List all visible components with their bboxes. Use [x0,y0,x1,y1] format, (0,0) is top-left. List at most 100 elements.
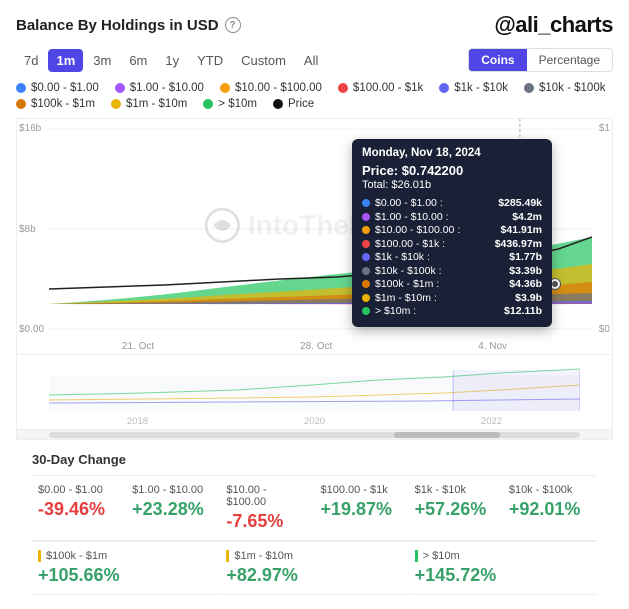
change-grid-2: $100k - $1m +105.66% $1m - $10m +82.97% … [32,541,597,595]
tooltip-rows: $0.00 - $1.00 : $285.49k $1.00 - $10.00 … [362,197,542,317]
legend-label-4: $1k - $10k [454,82,508,94]
legend-item-0: $0.00 - $1.00 [16,82,99,94]
tooltip-row-label-6: $100k - $1m : [375,278,504,290]
controls-bar: 7d 1m 3m 6m 1y YTD Custom All Coins Perc… [16,48,613,72]
legend-dot-2 [220,83,230,93]
tooltip-total-label: Total: [362,179,388,191]
legend-label-6: $100k - $1m [31,98,95,110]
change-range-1: $1.00 - $10.00 [132,484,213,496]
y-label-top: $16b [19,123,47,134]
tooltip-price-label: Price: [362,163,398,178]
change-value-1: +23.28% [132,499,213,520]
view-btn-coins[interactable]: Coins [469,49,526,71]
tooltip-row-label-1: $1.00 - $10.00 : [375,211,507,223]
legend-label-price: Price [288,98,314,110]
change-grid-1: $0.00 - $1.00 -39.46% $1.00 - $10.00 +23… [32,475,597,541]
change-cell-0: $0.00 - $1.00 -39.46% [32,476,126,541]
main-chart-area[interactable]: $16b $8b $0.00 $1 $0 [17,119,612,339]
tooltip-row-dot-3 [362,240,370,248]
change-value2-2: +145.72% [415,565,591,586]
mini-x-label-2: 2022 [481,416,502,427]
page-title: Balance By Holdings in USD ? [16,17,241,34]
legend-item-5: $10k - $100k [524,82,606,94]
title-text: Balance By Holdings in USD [16,17,219,34]
mini-x-label-0: 2018 [127,416,148,427]
y-axis-left: $16b $8b $0.00 [17,119,49,339]
chart-legend: $0.00 - $1.00 $1.00 - $10.00 $10.00 - $1… [16,82,613,110]
legend-item-8: > $10m [203,98,257,110]
time-btn-1m[interactable]: 1m [48,49,83,72]
tooltip-row-dot-8 [362,307,370,315]
tooltip-total-line: Total: $26.01b [362,179,542,191]
y-right-bot: $0 [599,324,610,335]
tooltip-row-value-0: $285.49k [498,197,542,209]
tooltip-row-4: $1k - $10k : $1.77b [362,251,542,263]
change-title: 30-Day Change [32,452,597,467]
legend-item-1: $1.00 - $10.00 [115,82,204,94]
tooltip-row-value-1: $4.2m [512,211,542,223]
tooltip-row-label-8: > $10m : [375,305,499,317]
x-label-1: 28. Oct [300,341,332,352]
time-btn-6m[interactable]: 6m [121,49,155,72]
time-btn-1y[interactable]: 1y [157,49,187,72]
tooltip-date: Monday, Nov 18, 2024 [362,147,542,159]
tooltip-row-label-2: $10.00 - $100.00 : [375,224,496,236]
scroll-bar-wrap[interactable] [17,429,612,439]
header: Balance By Holdings in USD ? @ali_charts [16,12,613,38]
y-axis-right: $1 $0 [592,119,612,339]
legend-label-7: $1m - $10m [126,98,187,110]
change-range2-2: > $10m [415,550,591,562]
change-range-5: $10k - $100k [509,484,591,496]
legend-item-4: $1k - $10k [439,82,508,94]
tooltip-row-value-5: $3.39b [509,265,542,277]
tooltip-row-label-5: $10k - $100k : [375,265,504,277]
tooltip-row-value-7: $3.9b [515,292,542,304]
tooltip-row-2: $10.00 - $100.00 : $41.91m [362,224,542,236]
tooltip-row-value-4: $1.77b [509,251,542,263]
change-range-2: $10.00 - $100.00 [226,484,307,508]
main-container: Balance By Holdings in USD ? @ali_charts… [0,0,629,607]
time-btn-all[interactable]: All [296,49,326,72]
tooltip-row-dot-7 [362,294,370,302]
tooltip-row-dot-4 [362,253,370,261]
tooltip-row-3: $100.00 - $1k : $436.97m [362,238,542,250]
tooltip-row-label-4: $1k - $10k : [375,251,504,263]
legend-dot-4 [439,83,449,93]
tooltip-row-5: $10k - $100k : $3.39b [362,265,542,277]
change-value-3: +19.87% [320,499,401,520]
x-axis: 21. Oct 28. Oct 4. Nov [17,339,612,354]
tooltip-row-0: $0.00 - $1.00 : $285.49k [362,197,542,209]
legend-label-0: $0.00 - $1.00 [31,82,99,94]
time-btn-7d[interactable]: 7d [16,49,46,72]
scroll-bar[interactable] [49,432,580,438]
tooltip-row-1: $1.00 - $10.00 : $4.2m [362,211,542,223]
tooltip-row-dot-2 [362,226,370,234]
tooltip-total-value: $26.01b [391,179,431,191]
change-cell2-0: $100k - $1m +105.66% [32,542,220,595]
tooltip-row-dot-6 [362,280,370,288]
legend-item-7: $1m - $10m [111,98,187,110]
time-btn-ytd[interactable]: YTD [189,49,231,72]
mini-x-label-1: 2020 [304,416,325,427]
legend-label-8: > $10m [218,98,257,110]
scroll-thumb[interactable] [394,432,500,438]
legend-item-2: $10.00 - $100.00 [220,82,322,94]
tooltip-row-dot-0 [362,199,370,207]
view-btn-percentage[interactable]: Percentage [527,49,612,71]
change-section: 30-Day Change $0.00 - $1.00 -39.46% $1.0… [16,440,613,595]
change-cell2-1: $1m - $10m +82.97% [220,542,408,595]
change-cell-2: $10.00 - $100.00 -7.65% [220,476,314,541]
time-btn-custom[interactable]: Custom [233,49,294,72]
legend-label-1: $1.00 - $10.00 [130,82,204,94]
tooltip-row-7: $1m - $10m : $3.9b [362,292,542,304]
chart-wrapper[interactable]: $16b $8b $0.00 $1 $0 [16,118,613,440]
info-icon[interactable]: ? [225,17,241,33]
legend-dot-1 [115,83,125,93]
tooltip-row-dot-1 [362,213,370,221]
tooltip-row-value-8: $12.11b [504,305,542,317]
time-btn-3m[interactable]: 3m [85,49,119,72]
change-range-0: $0.00 - $1.00 [38,484,119,496]
legend-dot-3 [338,83,348,93]
change-cell-5: $10k - $100k +92.01% [503,476,597,541]
mini-chart[interactable] [17,354,612,414]
